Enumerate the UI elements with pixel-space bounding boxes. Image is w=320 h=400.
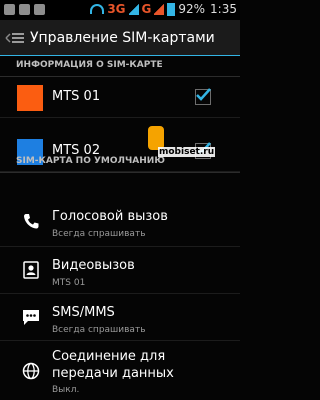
- data-connection-subtitle: Выкл.: [52, 385, 80, 395]
- video-call-subtitle: MTS 01: [52, 278, 86, 288]
- action-bar: Управление SIM-картами: [0, 20, 240, 56]
- download-notification-icon: [34, 4, 45, 15]
- default-sim-heading: SIM-КАРТА ПО УМОЛЧАНИЮ: [16, 156, 165, 166]
- gallery-notification-icon: [19, 4, 30, 15]
- message-icon: [22, 308, 40, 326]
- signal-icon: [128, 3, 139, 15]
- watermark: mobiset.ru: [146, 126, 234, 157]
- sim-1-checkbox[interactable]: [195, 88, 211, 105]
- notification-icons: [4, 4, 45, 15]
- data-connection-title-line1: Соединение для: [52, 349, 166, 364]
- sim-card-row-1[interactable]: MTS 01: [0, 77, 240, 118]
- sms-mms-setting[interactable]: SMS/MMS Всегда спрашивать: [0, 294, 240, 341]
- network-g-label: G: [141, 2, 152, 16]
- data-connection-setting[interactable]: Соединение для передачи данных Выкл.: [0, 341, 240, 400]
- status-bar: 3G G 92% 1:35: [0, 0, 240, 20]
- video-call-title: Видеовызов: [52, 258, 135, 273]
- voice-call-subtitle: Всегда спрашивать: [52, 229, 146, 239]
- voice-call-setting[interactable]: Голосовой вызов Всегда спрашивать: [0, 200, 240, 247]
- globe-icon: [22, 362, 40, 380]
- settings-back-icon[interactable]: [0, 20, 30, 55]
- system-indicators: 3G G 92% 1:35: [90, 2, 237, 16]
- sim-name: MTS 01: [52, 89, 101, 104]
- sim-info-section-header: ИНФОРМАЦИЯ О SIM-КАРТЕ: [0, 56, 240, 77]
- battery-icon: [167, 2, 176, 16]
- signal-2-icon: [154, 3, 165, 15]
- phone-icon: [22, 212, 40, 230]
- data-connection-title-line2: передачи данных: [52, 366, 174, 381]
- wifi-icon: [90, 4, 105, 14]
- video-contact-icon: [22, 261, 40, 279]
- checkmark-icon: [196, 88, 211, 101]
- network-3g-label: 3G: [107, 2, 126, 16]
- video-call-setting[interactable]: Видеовызов MTS 01: [0, 247, 240, 294]
- battery-percent: 92%: [178, 2, 206, 16]
- page-title: Управление SIM-картами: [30, 29, 215, 46]
- clock: 1:35: [210, 2, 237, 16]
- sim-info-heading: ИНФОРМАЦИЯ О SIM-КАРТЕ: [16, 60, 163, 70]
- watermark-text: mobiset.ru: [158, 147, 216, 157]
- sms-mms-title: SMS/MMS: [52, 305, 115, 320]
- voice-call-title: Голосовой вызов: [52, 209, 168, 224]
- sim-color-swatch: [17, 85, 43, 111]
- sms-mms-subtitle: Всегда спрашивать: [52, 325, 146, 335]
- image-notification-icon: [4, 4, 15, 15]
